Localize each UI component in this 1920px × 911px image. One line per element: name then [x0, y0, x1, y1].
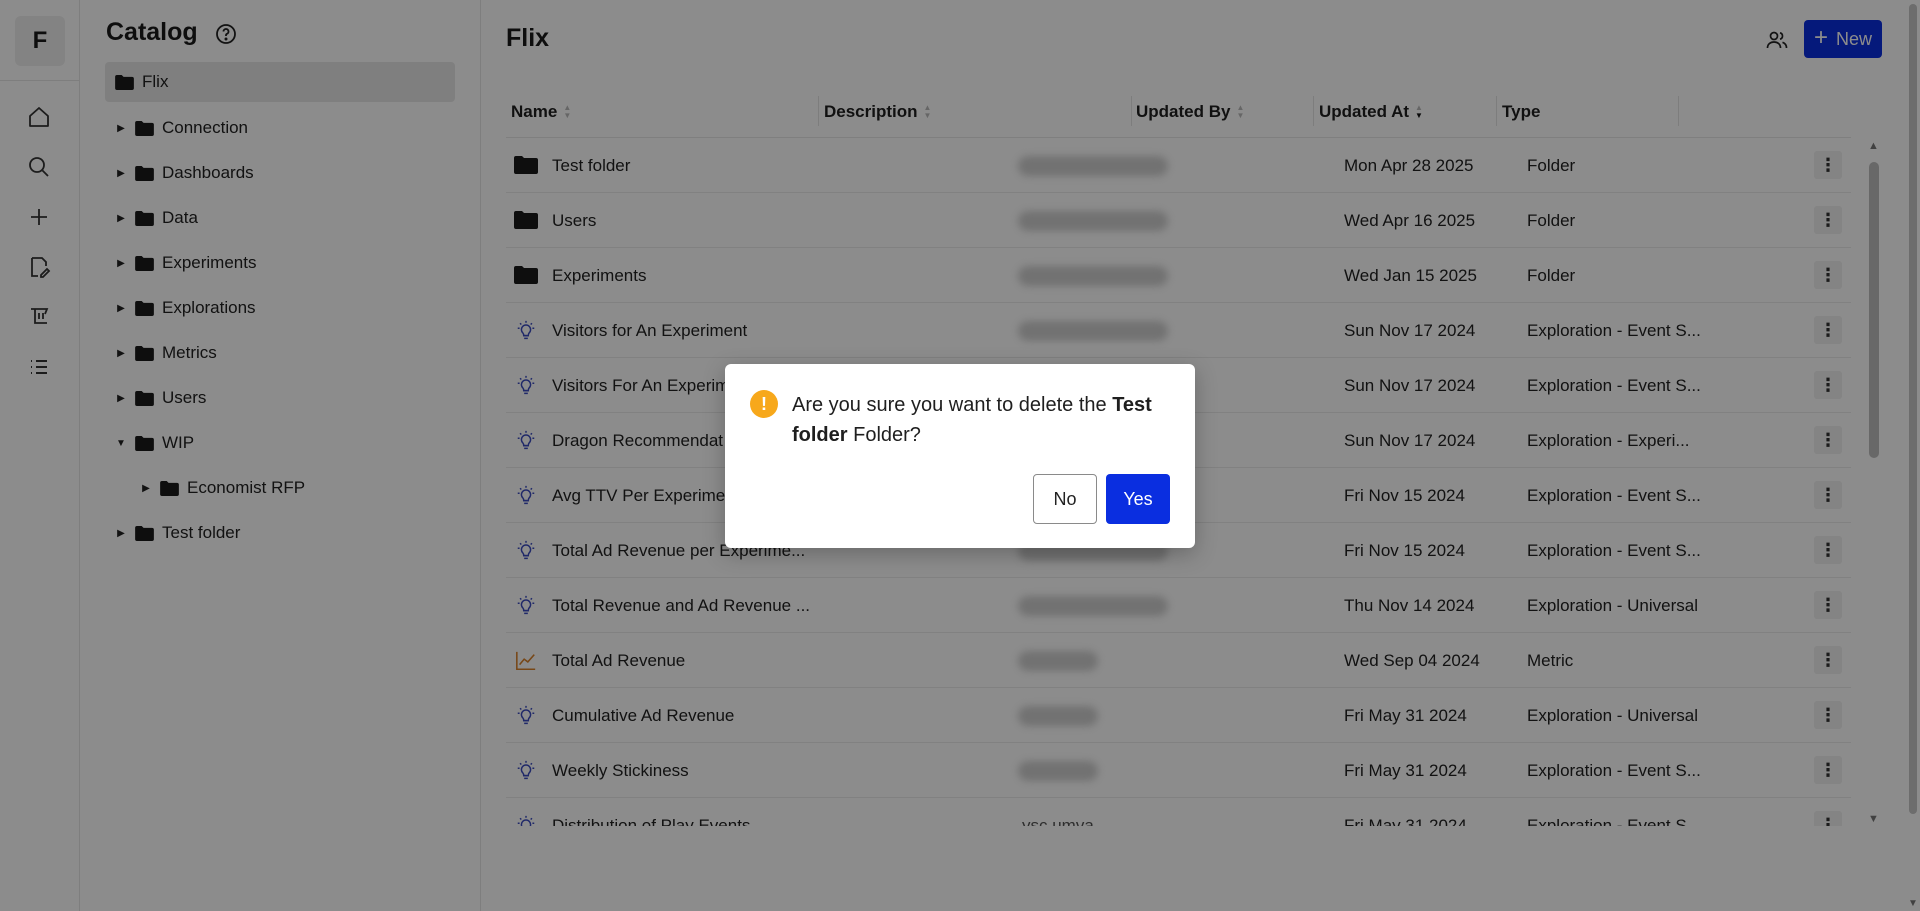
yes-button[interactable]: Yes	[1106, 474, 1170, 524]
no-button[interactable]: No	[1033, 474, 1097, 524]
dialog-message-suffix: Folder?	[847, 424, 921, 446]
dialog-message: Are you sure you want to delete the Test…	[792, 390, 1172, 450]
warning-icon: !	[750, 390, 778, 418]
delete-confirm-dialog: ! Are you sure you want to delete the Te…	[725, 364, 1195, 548]
dialog-message-prefix: Are you sure you want to delete the	[792, 394, 1113, 416]
